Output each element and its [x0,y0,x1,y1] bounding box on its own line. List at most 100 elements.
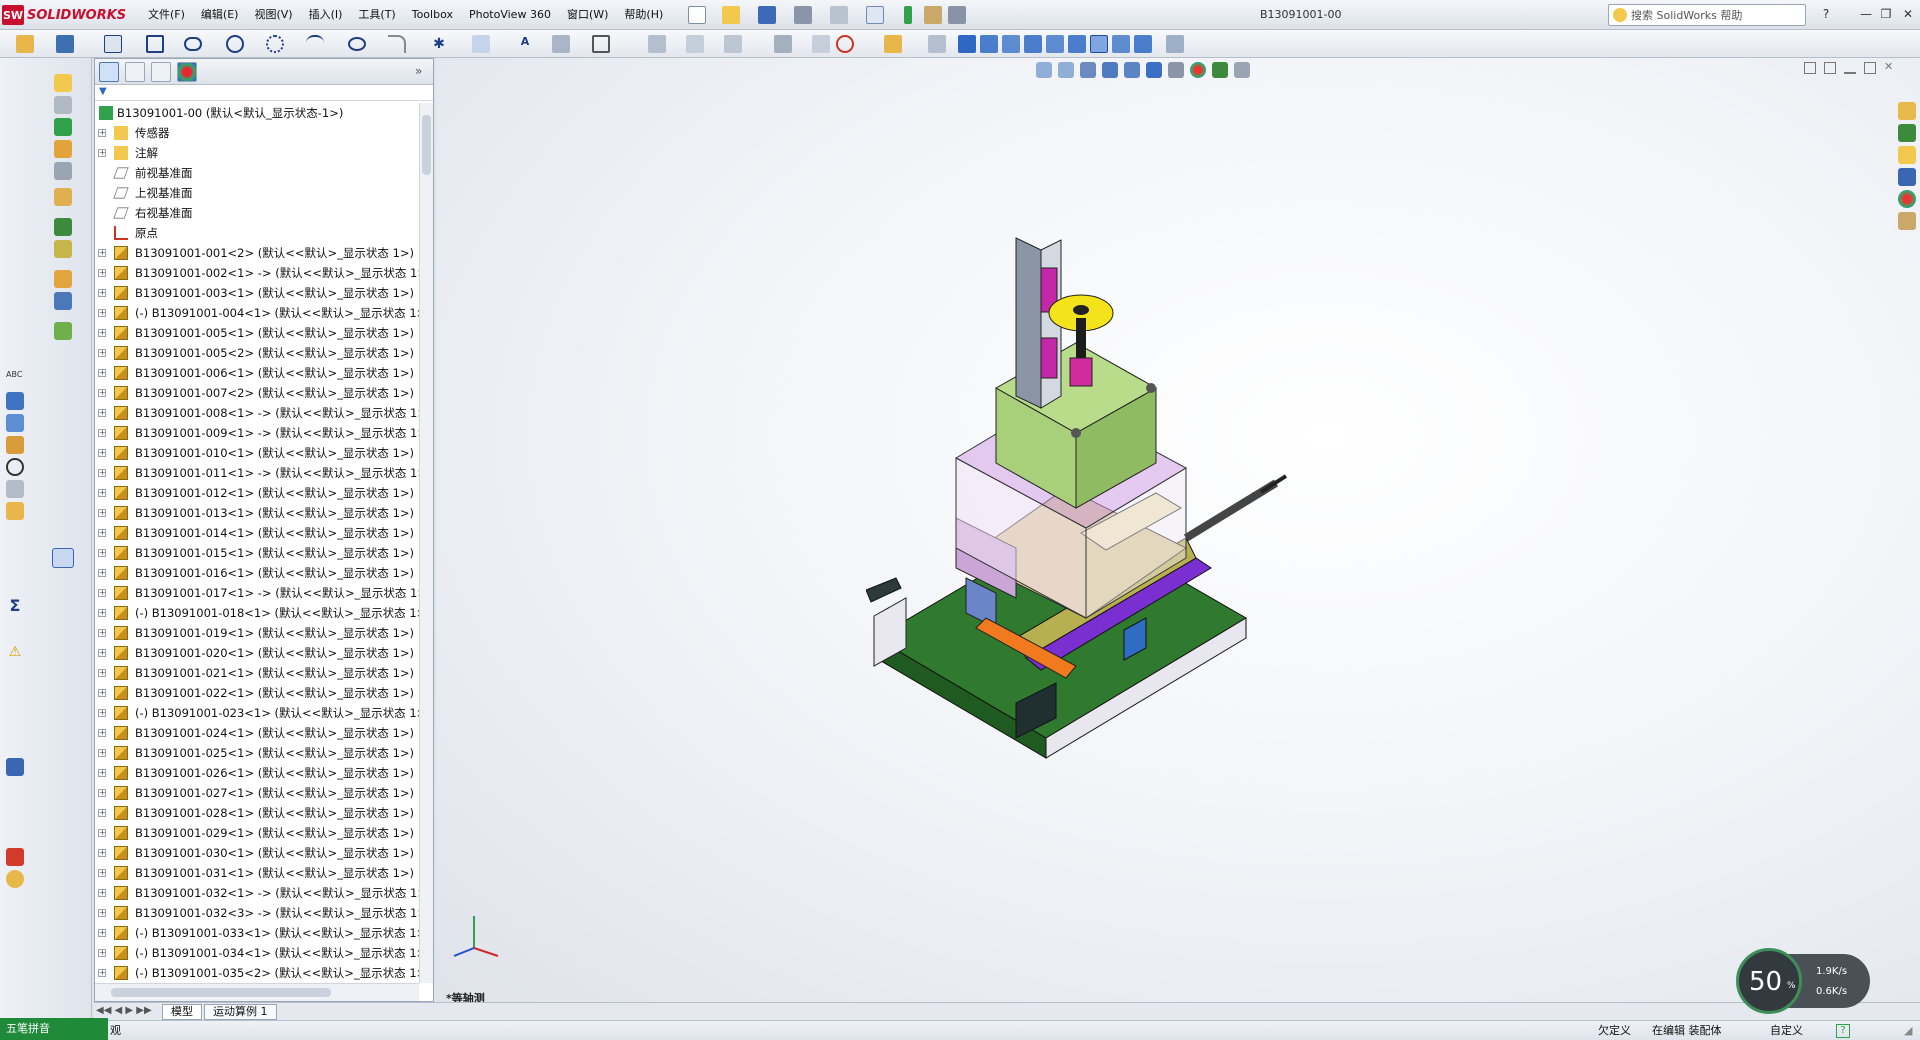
expand-icon[interactable]: + [98,489,106,497]
expand-icon[interactable]: + [98,569,106,577]
expand-icon[interactable]: + [98,849,106,857]
plane-tool-icon[interactable] [472,35,490,53]
view-bottom-icon[interactable] [1068,35,1086,53]
tree-component-row[interactable]: + B13091001-001<2> (默认<<默认>_显示状态 1>) [95,243,419,263]
open-icon[interactable] [722,6,740,24]
section-view-icon[interactable] [6,758,24,776]
expand-icon[interactable]: + [98,829,106,837]
move-component-icon[interactable] [54,162,72,180]
graphics-area[interactable]: ✕ *等轴测 [436,58,1920,1005]
hide-show-icon[interactable] [1168,62,1184,78]
expand-icon[interactable]: + [98,269,106,277]
appearance-icon[interactable] [6,848,24,866]
custom-properties-icon[interactable] [1898,212,1916,230]
balloon-icon[interactable] [6,414,24,432]
save-icon[interactable] [758,6,776,24]
tree-component-row[interactable]: + B13091001-032<1> -> (默认<<默认>_显示状态 1> [95,883,419,903]
tree-component-row[interactable]: + (-) B13091001-004<1> (默认<<默认>_显示状态 1> [95,303,419,323]
menu-view[interactable]: 视图(V) [246,7,300,23]
expand-icon[interactable]: + [98,669,106,677]
note-icon[interactable] [6,392,24,410]
restore-button[interactable]: ❐ [1876,5,1896,23]
tree-item[interactable]: + 传感器 [95,123,419,143]
quick-snaps-icon[interactable] [836,35,854,53]
offset-icon[interactable] [592,35,610,53]
tree-component-row[interactable]: + B13091001-030<1> (默认<<默认>_显示状态 1>) [95,843,419,863]
tree-component-row[interactable]: + B13091001-011<1> -> (默认<<默认>_显示状态 1> [95,463,419,483]
new-document-icon[interactable] [688,6,706,24]
expand-icon[interactable]: + [98,709,106,717]
exploded-view-icon[interactable] [54,322,72,340]
menu-toolbox[interactable]: Toolbox [404,7,461,23]
rebuild-icon[interactable] [904,6,912,24]
spelling-icon[interactable]: ABC [6,370,24,388]
trim-icon[interactable] [552,35,570,53]
view-palette-icon[interactable] [1898,168,1916,186]
tree-component-row[interactable]: + B13091001-012<1> (默认<<默认>_显示状态 1>) [95,483,419,503]
tree-component-row[interactable]: + B13091001-029<1> (默认<<默认>_显示状态 1>) [95,823,419,843]
rapid-sketch-icon[interactable] [884,35,902,53]
circle-icon[interactable] [226,35,244,53]
mate-icon[interactable] [54,96,72,114]
insert-component-icon[interactable] [54,74,72,92]
expand-icon[interactable]: + [98,429,106,437]
expand-icon[interactable]: + [98,769,106,777]
tree-vertical-scrollbar[interactable] [419,103,433,983]
expand-icon[interactable]: + [98,629,106,637]
options-icon[interactable] [924,6,942,24]
apply-scene-icon[interactable] [1212,62,1228,78]
expand-icon[interactable]: + [98,689,106,697]
normal-to-icon[interactable] [928,35,946,53]
expand-icon[interactable]: + [98,809,106,817]
expand-icon[interactable]: + [98,949,106,957]
tree-component-row[interactable]: + B13091001-016<1> (默认<<默认>_显示状态 1>) [95,563,419,583]
view-orientation-icon[interactable] [1124,62,1140,78]
assembly-model[interactable] [866,218,1346,818]
view-dimetric-icon[interactable] [1134,35,1152,53]
tree-component-row[interactable]: + B13091001-028<1> (默认<<默认>_显示状态 1>) [95,803,419,823]
mirror-icon[interactable] [648,35,666,53]
bill-of-materials-icon[interactable] [54,292,72,310]
menu-tools[interactable]: 工具(T) [350,7,403,23]
expand-icon[interactable]: + [98,589,106,597]
rectangle-icon[interactable] [146,35,164,53]
expand-icon[interactable]: + [98,509,106,517]
smart-dimension-icon[interactable] [56,35,74,53]
expand-icon[interactable]: + [98,729,106,737]
help-search-input[interactable]: 搜索 SolidWorks 帮助 [1608,4,1806,26]
tree-component-row[interactable]: + B13091001-006<1> (默认<<默认>_显示状态 1>) [95,363,419,383]
viewport-cascade-icon[interactable] [1824,62,1836,74]
zoom-to-area-icon[interactable] [1058,62,1074,78]
tree-item[interactable]: 右视基准面 [95,203,419,223]
expand-icon[interactable]: + [98,149,106,157]
tree-item[interactable]: 前视基准面 [95,163,419,183]
print-icon[interactable] [794,6,812,24]
expand-icon[interactable]: + [98,129,106,137]
menu-file[interactable]: 文件(F) [140,7,193,23]
ime-indicator[interactable]: 五笔拼音 [0,1018,108,1040]
tree-component-row[interactable]: + (-) B13091001-033<1> (默认<<默认>_显示状态 1> [95,923,419,943]
status-help-icon[interactable]: ? [1836,1024,1850,1038]
menu-window[interactable]: 窗口(W) [559,7,616,23]
assembly-features-icon[interactable] [54,218,72,236]
sum-icon[interactable]: Σ [6,596,24,615]
warning-icon[interactable]: ⚠ [6,644,24,662]
expand-icon[interactable]: + [98,609,106,617]
viewport-minimize-icon[interactable] [1844,62,1856,74]
tree-component-row[interactable]: + (-) B13091001-034<1> (默认<<默认>_显示状态 1> [95,943,419,963]
tab-feature-manager[interactable] [99,62,119,82]
tree-component-row[interactable]: + B13091001-020<1> (默认<<默认>_显示状态 1>) [95,643,419,663]
spline-icon[interactable] [306,35,324,53]
expand-icon[interactable]: + [98,649,106,657]
tree-component-row[interactable]: + B13091001-008<1> -> (默认<<默认>_显示状态 1> [95,403,419,423]
tree-component-row[interactable]: + B13091001-027<1> (默认<<默认>_显示状态 1>) [95,783,419,803]
arc-icon[interactable] [266,35,284,53]
expand-icon[interactable]: + [98,969,106,977]
tree-component-row[interactable]: + B13091001-009<1> -> (默认<<默认>_显示状态 1> [95,423,419,443]
menu-insert[interactable]: 插入(I) [301,7,351,23]
expand-icon[interactable]: + [98,889,106,897]
expand-icon[interactable]: + [98,749,106,757]
weld-symbol-icon[interactable] [6,436,24,454]
check-icon[interactable] [6,502,24,520]
tree-horizontal-scrollbar[interactable] [95,983,419,1001]
